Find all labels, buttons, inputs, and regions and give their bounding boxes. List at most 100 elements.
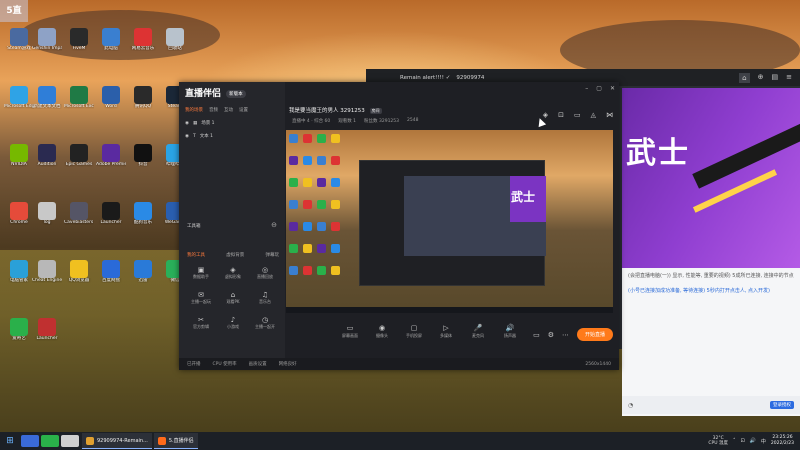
scene-tab[interactable]: 互动 xyxy=(224,107,233,113)
bell-icon[interactable]: ◬ xyxy=(591,111,596,119)
source-button[interactable]: ▷ 多媒体 xyxy=(435,324,457,339)
scene-tab[interactable]: 我的场景 xyxy=(185,107,203,113)
desktop-icon[interactable]: Cheat Engine xyxy=(32,260,62,283)
desktop-icon[interactable]: Cavebiasters Together xyxy=(64,202,94,225)
tool-label: 数据助手 xyxy=(193,274,209,279)
desktop-icon[interactable]: Word xyxy=(96,86,126,109)
source-button[interactable]: ▢ 手机投屏 xyxy=(403,324,425,339)
volume-icon[interactable]: 🔊 xyxy=(750,438,756,444)
desktop-icon[interactable]: Epic Games xyxy=(64,144,94,167)
taskbar-app[interactable]: 5.直播伴侣 xyxy=(153,433,198,449)
toolbox-item[interactable]: ⌂ 观看PK xyxy=(221,291,245,305)
stream-title[interactable]: 我是要当魔王的男人 3291253 房间 xyxy=(289,106,382,114)
source-button[interactable]: 🔊 扬声器 xyxy=(499,324,521,339)
desktop-icon[interactable]: 回收站 xyxy=(160,28,190,51)
desktop-icon[interactable]: 酷狗音乐 xyxy=(128,202,158,225)
app-status-bar: 已开播 CPU 使用率 画质设置 网络良好 2560x1440 xyxy=(179,358,619,370)
toolbox-item[interactable]: ♫ 音乐台 xyxy=(253,291,277,305)
desktop-icon[interactable]: Audition xyxy=(32,144,62,167)
desktop-icon[interactable]: NVIDIA xyxy=(4,144,34,167)
chevron-up-icon[interactable]: ˄ xyxy=(733,438,736,444)
authorize-button[interactable]: 登录授权 xyxy=(770,401,794,409)
video-icon[interactable] xyxy=(61,435,79,447)
source-button[interactable]: ▭ 屏幕画面 xyxy=(339,324,361,339)
app-icon xyxy=(38,144,56,162)
toolbox-item[interactable]: ◈ 虚拟形象 xyxy=(221,266,245,280)
maximize-icon[interactable]: ▢ xyxy=(596,85,602,92)
desktop-icon[interactable]: log xyxy=(32,202,62,225)
windows-start-icon[interactable]: ⊞ xyxy=(0,436,20,446)
toolbox-item[interactable]: ✉ 主播一起玩 xyxy=(189,291,213,305)
room-id: 3291253 xyxy=(340,108,365,114)
message-icon[interactable]: ▭ xyxy=(574,111,581,119)
gamepad-icon[interactable]: ⊕ xyxy=(758,73,764,83)
toolbox-item[interactable]: ♪ 小游戏 xyxy=(221,316,245,330)
desktop-icon[interactable]: 迅雷 xyxy=(128,260,158,283)
share-icon[interactable]: ⋈ xyxy=(606,111,613,119)
lock-icon[interactable]: ⊡ xyxy=(558,111,564,119)
eye-icon[interactable]: ◉ xyxy=(185,121,189,126)
search-icon[interactable] xyxy=(21,435,39,447)
language-indicator[interactable]: 中 xyxy=(761,438,766,445)
desktop-icon[interactable]: FiveM xyxy=(64,28,94,51)
stream-title-text: 我是要当魔王的男人 xyxy=(289,108,339,114)
desktop-icon[interactable]: Microsoft Edge xyxy=(4,86,34,109)
stream-preview[interactable]: 武士 xyxy=(286,130,613,313)
scene-item[interactable]: ◉ T 文本 1 xyxy=(185,133,213,140)
browser-icon[interactable] xyxy=(41,435,59,447)
toolbox-tab[interactable]: 弹幕玩 xyxy=(266,252,280,258)
taskbar-app[interactable]: 92909974-Remain... xyxy=(82,433,152,449)
scene-item[interactable]: ◉ ▦ 场景 1 xyxy=(185,120,215,127)
clock[interactable]: 23:25:26 2022/2/23 xyxy=(771,435,794,447)
desktop-icon[interactable]: 抖音 xyxy=(128,144,158,167)
browser-tab-title[interactable]: Remain alert!!!! ✓ xyxy=(400,75,450,81)
minimize-icon[interactable]: – xyxy=(585,85,588,92)
desktop-icon[interactable]: Chrome xyxy=(4,202,34,225)
desktop-icon[interactable]: Adobe Premiere xyxy=(96,144,126,167)
desktop-icon[interactable]: 百度网盘 xyxy=(96,260,126,283)
streaming-app-window[interactable]: 直播伴侣 新版本 我的场景 音频 互动 设置 ◉ ▦ 场景 1 ◉ T 文本 1 工具… xyxy=(179,82,619,370)
desktop-icon[interactable]: Launcher xyxy=(96,202,126,225)
taskbar-app-icon xyxy=(86,436,94,445)
menu-icon[interactable]: ≡ xyxy=(786,73,792,83)
desktop-icon[interactable]: QQ浏览器 xyxy=(64,260,94,283)
go-live-button[interactable]: 开始直播 xyxy=(576,328,613,341)
toolbox-item[interactable]: ✂ 官方剪辑 xyxy=(189,316,213,330)
home-icon[interactable]: ⌂ xyxy=(739,72,750,83)
source-button[interactable]: ◉ 摄像头 xyxy=(371,324,393,339)
chat-icon[interactable]: ◔ xyxy=(628,402,633,409)
scene-tab[interactable]: 音频 xyxy=(209,107,218,113)
toolbox-item[interactable]: ▣ 数据助手 xyxy=(189,266,213,280)
desktop-icon[interactable]: 网易云音乐 xyxy=(128,28,158,51)
collapse-icon[interactable]: ⊖ xyxy=(271,221,277,229)
desktop-icon[interactable]: 此电脑 xyxy=(96,28,126,51)
network-icon[interactable]: ⊡ xyxy=(740,438,744,444)
desktop-icon[interactable]: Genshin Impact xyxy=(32,28,62,51)
preview-desktop-icon xyxy=(317,266,326,275)
desktop-icon[interactable]: Launcher xyxy=(32,318,62,341)
app-icon xyxy=(10,202,28,220)
toolbox-tab[interactable]: 我的工具 xyxy=(187,252,205,258)
weather-widget[interactable]: 32°C CPU 温度 xyxy=(708,436,728,446)
close-icon[interactable]: ✕ xyxy=(610,85,615,92)
eye-icon[interactable]: ◉ xyxy=(185,134,189,139)
scene-tab[interactable]: 设置 xyxy=(239,107,248,113)
desktop-icon[interactable]: 爱奇艺 xyxy=(4,318,34,341)
desktop-icon[interactable]: 电脑管家 xyxy=(4,260,34,283)
source-button[interactable]: 🎤 麦克风 xyxy=(467,324,489,339)
promo-banner[interactable]: 武士 xyxy=(622,88,800,268)
desktop-icon[interactable]: Steam游戏 xyxy=(4,28,34,51)
more-icon[interactable]: ⋯ xyxy=(562,331,569,339)
settings-icon[interactable]: ⚙ xyxy=(548,331,554,339)
toolbox-item[interactable]: ◷ 主播一起开 xyxy=(253,316,277,330)
desktop-icon[interactable]: 新建文本文档 xyxy=(32,86,62,109)
toolbox-row: ✂ 官方剪辑 ♪ 小游戏 ◷ 主播一起开 xyxy=(183,316,283,330)
desktop-icon[interactable]: 腾讯QQ xyxy=(128,86,158,109)
desktop-icon[interactable]: Microsoft Excel xyxy=(64,86,94,109)
gift-icon[interactable]: ▤ xyxy=(772,73,779,83)
toolbox-tab[interactable]: 虚拟背景 xyxy=(226,252,244,258)
version-badge[interactable]: 新版本 xyxy=(226,89,246,98)
record-icon[interactable]: ▭ xyxy=(533,331,540,339)
toolbox-item[interactable]: ◎ 直播回放 xyxy=(253,266,277,280)
scene-label: 场景 1 xyxy=(201,121,215,126)
